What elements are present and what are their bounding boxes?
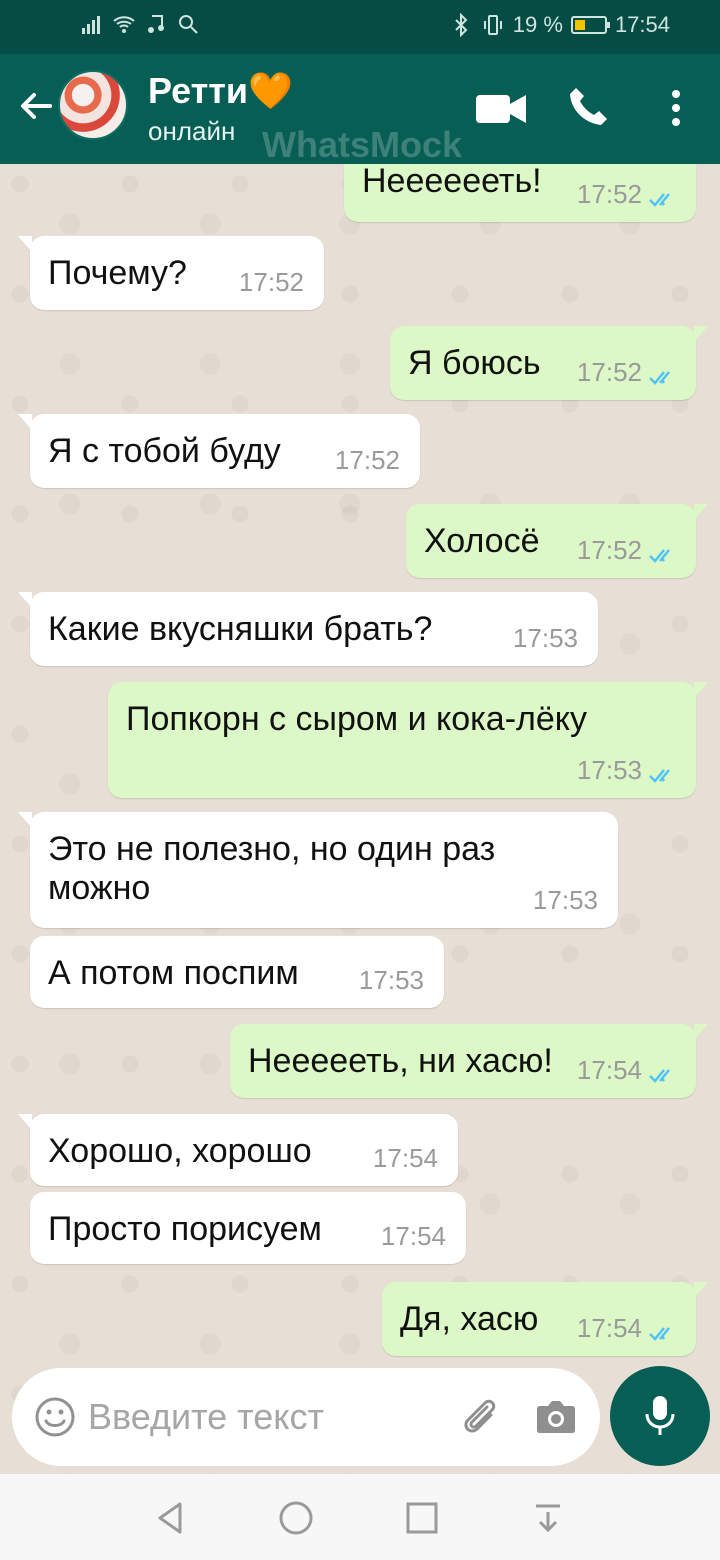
back-arrow-icon[interactable] <box>14 84 58 128</box>
message-text: Неееееть, ни хасю! <box>248 1042 553 1080</box>
message-bubble-out[interactable]: Попкорн с сыром и кока-лёку 17:53 <box>108 682 708 798</box>
message-text: Я боюсь <box>408 344 541 382</box>
message-bubble-out[interactable]: Холосё 17:52 <box>406 504 708 578</box>
message-bubble-in[interactable]: Хорошо, хорошо 17:54 <box>18 1114 458 1186</box>
mic-button[interactable] <box>610 1366 710 1466</box>
mic-icon <box>645 1396 675 1435</box>
system-nav-bar <box>0 1474 720 1560</box>
message-bubble-in[interactable]: Почему? 17:52 <box>18 236 324 310</box>
message-text: Попкорн с сыром и кока-лёку <box>126 700 588 738</box>
vibrate-icon <box>483 15 502 35</box>
message-text: Какие вкусняшки брать? <box>48 610 433 648</box>
phone-call-icon[interactable] <box>566 84 610 128</box>
search-icon <box>179 15 198 34</box>
chat-area[interactable]: Нееееееть! 17:52 Почему? 17:52 Я боюсь 1… <box>0 164 720 1474</box>
read-ticks-icon <box>649 1327 670 1341</box>
status-icons-right: 19 % 17:54 <box>449 12 670 38</box>
message-time: 17:52 <box>576 357 642 388</box>
message-input[interactable] <box>88 1394 428 1440</box>
wifi-icon <box>113 16 135 33</box>
message-bubble-in[interactable]: Просто порисуем 17:54 <box>30 1192 466 1264</box>
emoji-icon[interactable] <box>34 1396 76 1438</box>
message-bubble-out[interactable]: Неееееть, ни хасю! 17:54 <box>230 1024 708 1098</box>
message-bubble-out[interactable]: Нееееееть! 17:52 <box>344 164 696 222</box>
read-ticks-icon <box>649 193 670 207</box>
contact-name[interactable]: Ретти🧡 <box>148 70 293 112</box>
message-time: 17:53 <box>576 755 642 786</box>
message-bubble-in[interactable]: А потом поспим 17:53 <box>30 936 444 1008</box>
nav-notifications-icon[interactable] <box>528 1498 568 1538</box>
read-ticks-icon <box>649 371 670 385</box>
message-time: 17:53 <box>512 623 578 654</box>
avatar[interactable] <box>58 70 128 140</box>
message-text: Я с тобой буду <box>48 432 281 470</box>
message-time: 17:52 <box>576 179 642 210</box>
music-note-icon <box>148 15 164 33</box>
chat-header: Ретти🧡 онлайн WhatsMock <box>0 54 720 165</box>
contact-status: онлайн <box>148 116 236 146</box>
read-ticks-icon <box>649 1069 670 1083</box>
message-text: Просто порисуем <box>48 1210 322 1248</box>
status-bar: 19 % 17:54 <box>0 0 720 54</box>
message-text: Холосё <box>424 522 540 560</box>
message-time: 17:54 <box>372 1143 438 1174</box>
message-bubble-in[interactable]: Какие вкусняшки брать? 17:53 <box>18 592 598 666</box>
more-menu-icon[interactable] <box>666 88 686 128</box>
read-ticks-icon <box>649 549 670 563</box>
message-text: Хорошо, хорошо <box>48 1132 312 1170</box>
read-ticks-icon <box>649 769 670 783</box>
bluetooth-icon <box>455 13 468 37</box>
battery-icon <box>570 16 610 34</box>
attach-icon[interactable] <box>456 1394 502 1440</box>
video-call-icon[interactable] <box>476 92 526 126</box>
message-composer <box>12 1368 600 1466</box>
nav-back-icon[interactable] <box>150 1498 190 1538</box>
camera-icon[interactable] <box>534 1398 578 1436</box>
message-time: 17:54 <box>576 1313 642 1344</box>
status-time: 17:54 <box>614 12 670 37</box>
watermark: WhatsMock <box>262 124 463 165</box>
message-text: А потом поспим <box>48 954 299 992</box>
battery-percent: 19 % <box>512 12 563 37</box>
message-time: 17:52 <box>238 267 304 298</box>
nav-home-icon[interactable] <box>276 1498 316 1538</box>
message-time: 17:54 <box>380 1221 446 1252</box>
message-text: Дя, хасю <box>400 1300 539 1338</box>
message-time: 17:53 <box>358 965 424 996</box>
message-bubble-in[interactable]: Я с тобой буду 17:52 <box>18 414 420 488</box>
message-text: Это не полезно, но один раз можно <box>48 830 496 908</box>
message-time: 17:52 <box>334 445 400 476</box>
message-bubble-out[interactable]: Я боюсь 17:52 <box>390 326 708 400</box>
message-bubble-out[interactable]: Дя, хасю 17:54 <box>382 1282 708 1356</box>
status-icons-left <box>80 12 200 36</box>
signal-icon <box>82 16 100 34</box>
message-text: Нееееееть! <box>362 164 542 200</box>
message-time: 17:53 <box>532 885 598 916</box>
message-time: 17:52 <box>576 535 642 566</box>
message-time: 17:54 <box>576 1055 642 1086</box>
nav-recents-icon[interactable] <box>402 1498 442 1538</box>
message-bubble-in[interactable]: Это не полезно, но один раз можно 17:53 <box>18 812 618 928</box>
message-text: Почему? <box>48 254 187 292</box>
